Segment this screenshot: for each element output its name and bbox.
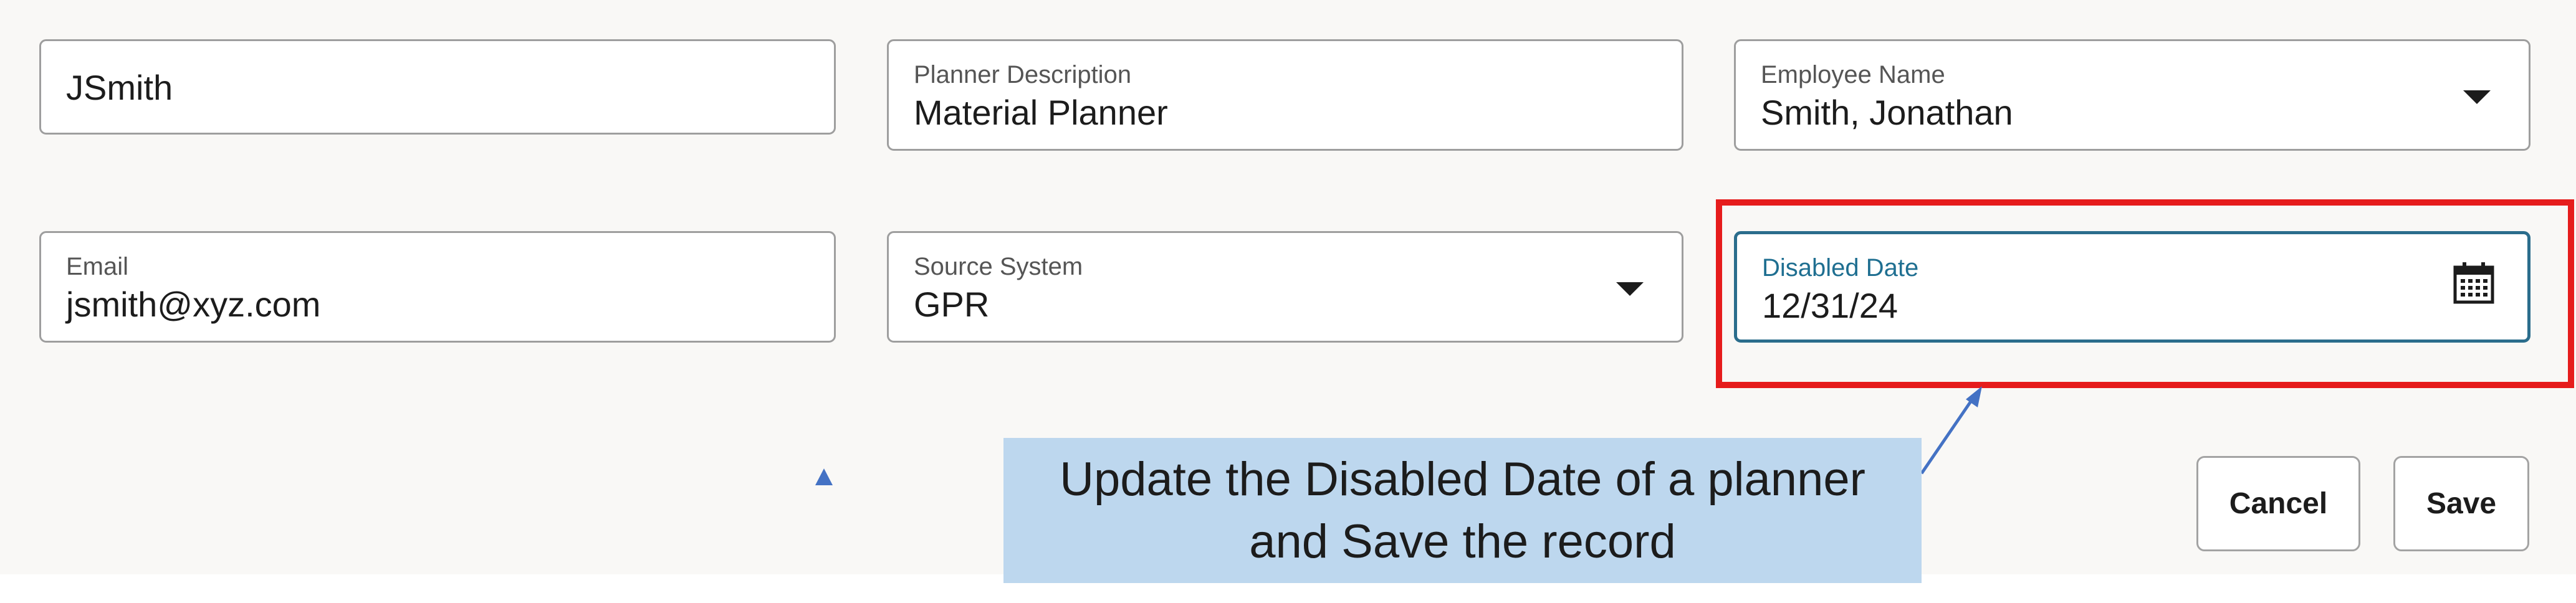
callout-line-2: and Save the record [1249, 515, 1676, 568]
annotation-callout: Update the Disabled Date of a planner an… [1003, 438, 1922, 583]
annotation-marker [815, 468, 833, 485]
callout-line-1: Update the Disabled Date of a planner [1060, 452, 1865, 506]
